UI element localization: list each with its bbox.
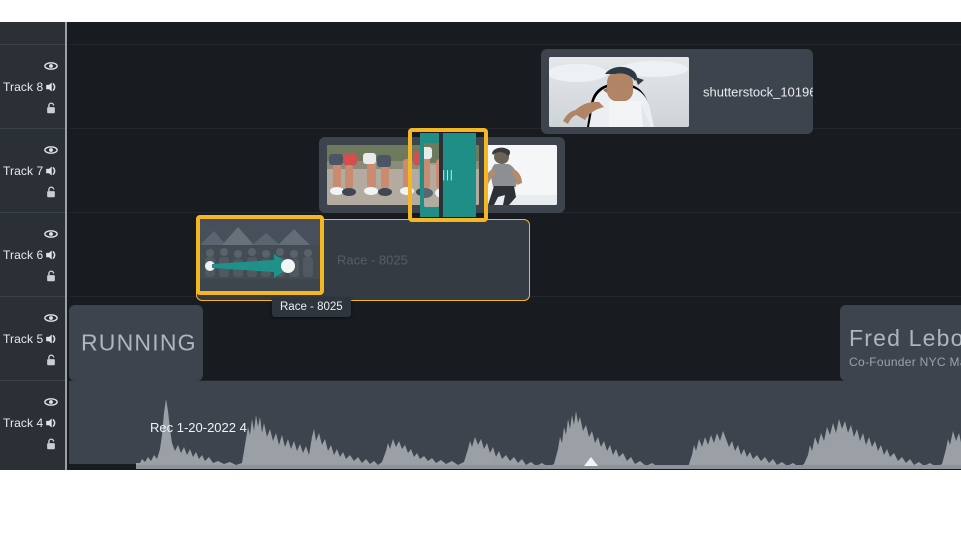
mute-icon[interactable] (44, 248, 58, 262)
mute-icon[interactable] (44, 164, 58, 178)
track-header-icons (44, 395, 58, 451)
track-header-track-7[interactable]: Track 7 (0, 128, 65, 212)
track-header-icons (44, 143, 58, 199)
track-header-spacer (0, 22, 65, 44)
runner-headband-thumbnail (549, 57, 689, 127)
track-header-icons (44, 227, 58, 283)
lane-spacer (69, 22, 961, 44)
clip-audio-recording[interactable]: Rec 1-20-2022 4 (136, 389, 961, 469)
race-crowd-thumbnail (200, 219, 320, 291)
track-header-icons (44, 59, 58, 115)
track-header-label: Track 5 (3, 331, 44, 346)
track-header-label: Track 4 (3, 415, 44, 430)
title-text: RUNNING (81, 329, 197, 356)
eye-icon[interactable] (44, 395, 58, 409)
mute-icon[interactable] (44, 80, 58, 94)
timeline-panel[interactable]: Track 8 Track 7 Track 6 Track 5 Track 4 … (0, 22, 961, 470)
lock-icon[interactable] (44, 101, 58, 115)
clip-shutterstock[interactable]: shutterstock_101963 (541, 49, 813, 134)
track-header-label: Track 8 (3, 79, 44, 94)
track-header-column: Track 8 Track 7 Track 6 Track 5 Track 4 (0, 22, 67, 470)
track-header-track-6[interactable]: Track 6 (0, 212, 65, 296)
lock-icon[interactable] (44, 353, 58, 367)
clip-title-fred-lebow[interactable]: Fred Lebow Co-Founder NYC Marath (840, 305, 961, 381)
track-header-label: Track 7 (3, 163, 44, 178)
audio-waveform (136, 389, 961, 469)
lock-icon[interactable] (44, 185, 58, 199)
playhead-marker[interactable] (584, 457, 598, 466)
clip-label: shutterstock_101963 (703, 84, 813, 99)
title-text: Fred Lebow (849, 325, 961, 351)
lane-track-8[interactable] (69, 44, 961, 128)
track-header-icons (44, 311, 58, 367)
track-header-track-4[interactable]: Track 4 (0, 380, 65, 464)
drop-target-label: Race - 8025 (337, 252, 408, 268)
title-subtitle: Co-Founder NYC Marath (849, 355, 961, 369)
track-header-track-5[interactable]: Track 5 (0, 296, 65, 380)
mute-icon[interactable] (44, 332, 58, 346)
clip-label: Rec 1-20-2022 4 (150, 420, 247, 435)
drag-tooltip: Race - 8025 (272, 298, 351, 317)
lock-icon[interactable] (44, 437, 58, 451)
clip-title-running[interactable]: RUNNING (69, 305, 203, 381)
eye-icon[interactable] (44, 227, 58, 241)
track-header-track-8[interactable]: Track 8 (0, 44, 65, 128)
drag-selection-box-track-7[interactable] (408, 128, 488, 222)
drag-preview-race-clip[interactable] (196, 215, 324, 295)
eye-icon[interactable] (44, 311, 58, 325)
timeline-app: Track 8 Track 7 Track 6 Track 5 Track 4 … (0, 0, 961, 533)
lock-icon[interactable] (44, 269, 58, 283)
track-header-label: Track 6 (3, 247, 44, 262)
eye-icon[interactable] (44, 143, 58, 157)
eye-icon[interactable] (44, 59, 58, 73)
mute-icon[interactable] (44, 416, 58, 430)
